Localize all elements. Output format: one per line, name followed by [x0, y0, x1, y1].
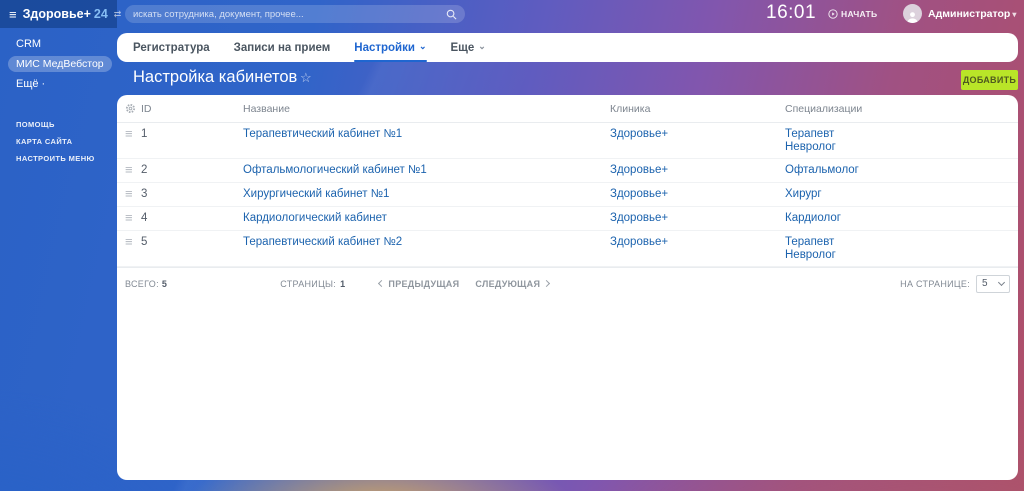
section-tabs: Регистратура Записи на прием Настройки ⌄ Еще…	[117, 33, 1018, 62]
global-search[interactable]	[125, 5, 465, 23]
sidebar-footer-menu: ПОМОЩЬ КАРТА САЙТА НАСТРОИТЬ МЕНЮ	[0, 116, 117, 167]
chevron-right-icon	[543, 279, 551, 288]
specialization-link[interactable]: Невролог	[785, 249, 1018, 262]
sidebar-item-1[interactable]: CRM	[0, 28, 117, 54]
row-clinic-link[interactable]: Здоровье+	[610, 164, 785, 177]
sidebar-footer-item-2[interactable]: КАРТА САЙТА	[0, 133, 117, 150]
row-clinic-link[interactable]: Здоровье+	[610, 236, 785, 249]
drag-handle-icon[interactable]: ≡	[125, 187, 141, 200]
drag-handle-icon[interactable]: ≡	[125, 127, 141, 140]
hamburger-menu-icon[interactable]: ≡	[9, 8, 17, 21]
total-count: ВСЕГО: 5	[125, 278, 168, 289]
brand-logo: Здоровье+ 24	[22, 7, 108, 21]
table-row[interactable]: ≡ 1 Терапевтический кабинет №1 Здоровье+ Тер…	[117, 123, 1018, 159]
column-header-clinic[interactable]: Клиника	[610, 103, 785, 115]
tab-3[interactable]: Настройки ⌄	[354, 33, 427, 62]
person-icon	[907, 12, 918, 23]
chevron-down-icon: ▾	[1012, 10, 1017, 19]
drag-handle-icon[interactable]: ≡	[125, 211, 141, 224]
logo-area[interactable]: ≡ Здоровье+ 24 ⇄	[0, 0, 121, 28]
row-clinic-link[interactable]: Здоровье+	[610, 212, 785, 225]
row-name-link[interactable]: Терапевтический кабинет №2	[243, 236, 610, 249]
specialization-link[interactable]: Офтальмолог	[785, 164, 1018, 177]
row-id: 1	[141, 128, 148, 140]
table-row[interactable]: ≡ 5 Терапевтический кабинет №2 Здоровье+ Тер…	[117, 231, 1018, 267]
sidebar-item-2[interactable]: МИС МедВебстор	[0, 54, 117, 74]
user-avatar[interactable]	[903, 4, 922, 23]
specialization-link[interactable]: Невролог	[785, 141, 1018, 154]
tab-2[interactable]: Записи на прием	[234, 33, 331, 62]
top-bar: ≡ Здоровье+24 ⇄ 16:01 НАЧАТЬ Администрат…	[0, 0, 1024, 28]
tab-4[interactable]: Еще ⌄	[451, 33, 486, 62]
row-clinic-link[interactable]: Здоровье+	[610, 128, 785, 141]
sidebar-item-3[interactable]: Ещё ·	[0, 74, 117, 94]
chevron-down-icon: ⌄	[478, 40, 486, 51]
specialization-link[interactable]: Кардиолог	[785, 212, 1018, 225]
row-specializations: Офтальмолог	[785, 164, 1018, 177]
drag-handle-icon[interactable]: ≡	[125, 235, 141, 248]
table-row[interactable]: ≡ 4 Кардиологический кабинет Здоровье+ Карди…	[117, 207, 1018, 231]
grid-footer: ВСЕГО: 5 СТРАНИЦЫ: 1 ПРЕДЫДУЩАЯ СЛЕДУЮЩАЯ …	[117, 267, 1018, 299]
chevron-down-icon: ⌄	[418, 40, 427, 51]
row-specializations: Кардиолог	[785, 212, 1018, 225]
grid-rows: ≡ 1 Терапевтический кабинет №1 Здоровье+ Тер…	[117, 123, 1018, 267]
table-row[interactable]: ≡ 2 Офтальмологический кабинет №1 Здоровье+…	[117, 159, 1018, 183]
row-id: 4	[141, 212, 148, 224]
row-id: 5	[141, 236, 148, 248]
table-row[interactable]: ≡ 3 Хирургический кабинет №1 Здоровье+ Хирур…	[117, 183, 1018, 207]
specialization-link[interactable]: Хирург	[785, 188, 1018, 201]
sidebar-footer-item-3[interactable]: НАСТРОИТЬ МЕНЮ	[0, 150, 117, 167]
row-id: 2	[141, 164, 148, 176]
play-circle-icon	[828, 9, 838, 19]
row-specializations: Терапевт Невролог	[785, 236, 1018, 262]
row-id: 3	[141, 188, 148, 200]
row-name-link[interactable]: Офтальмологический кабинет №1	[243, 164, 610, 177]
tab-1[interactable]: Регистратура	[133, 33, 210, 62]
row-name-link[interactable]: Хирургический кабинет №1	[243, 188, 610, 201]
search-icon[interactable]	[446, 9, 457, 20]
next-page-button[interactable]: СЛЕДУЮЩАЯ	[475, 279, 551, 289]
row-specializations: Хирург	[785, 188, 1018, 201]
clock-widget[interactable]: 16:01	[766, 2, 816, 24]
chevron-left-icon	[378, 279, 386, 288]
column-header-name[interactable]: Название	[243, 103, 610, 115]
user-menu[interactable]: Администратор ▾	[928, 8, 1016, 20]
drag-handle-icon[interactable]: ≡	[125, 163, 141, 176]
specialization-link[interactable]: Терапевт	[785, 128, 1018, 141]
add-button[interactable]: ДОБАВИТЬ	[961, 70, 1018, 90]
grid-settings-gear-icon[interactable]	[125, 103, 141, 114]
per-page-select[interactable]: 5	[976, 274, 1010, 293]
pages-label: СТРАНИЦЫ: 1	[280, 278, 346, 289]
prev-page-button[interactable]: ПРЕДЫДУЩАЯ	[378, 279, 459, 289]
favorite-star-icon[interactable]: ☆	[300, 70, 312, 86]
page-title: Настройка кабинетов	[133, 68, 298, 86]
row-clinic-link[interactable]: Здоровье+	[610, 188, 785, 201]
switch-icon[interactable]: ⇄	[114, 9, 122, 20]
specialization-link[interactable]: Терапевт	[785, 236, 1018, 249]
sidebar: CRM МИС МедВебстор Ещё · ПОМОЩЬ КАРТА САЙТА…	[0, 28, 117, 491]
chevron-down-icon	[997, 278, 1006, 287]
row-specializations: Терапевт Невролог	[785, 128, 1018, 154]
per-page-label: НА СТРАНИЦЕ:	[900, 278, 970, 289]
sidebar-main-menu: CRM МИС МедВебстор Ещё ·	[0, 28, 117, 94]
column-header-id[interactable]: ID	[141, 103, 243, 115]
cabinets-grid: ID Название Клиника Специализации ≡ 1 Тера…	[117, 95, 1018, 480]
row-name-link[interactable]: Кардиологический кабинет	[243, 212, 610, 225]
sidebar-footer-item-1[interactable]: ПОМОЩЬ	[0, 116, 117, 133]
start-workday-button[interactable]: НАЧАТЬ	[828, 9, 877, 19]
grid-header: ID Название Клиника Специализации	[117, 95, 1018, 123]
search-input[interactable]	[133, 8, 446, 20]
row-name-link[interactable]: Терапевтический кабинет №1	[243, 128, 610, 141]
column-header-specs[interactable]: Специализации	[785, 103, 1018, 115]
